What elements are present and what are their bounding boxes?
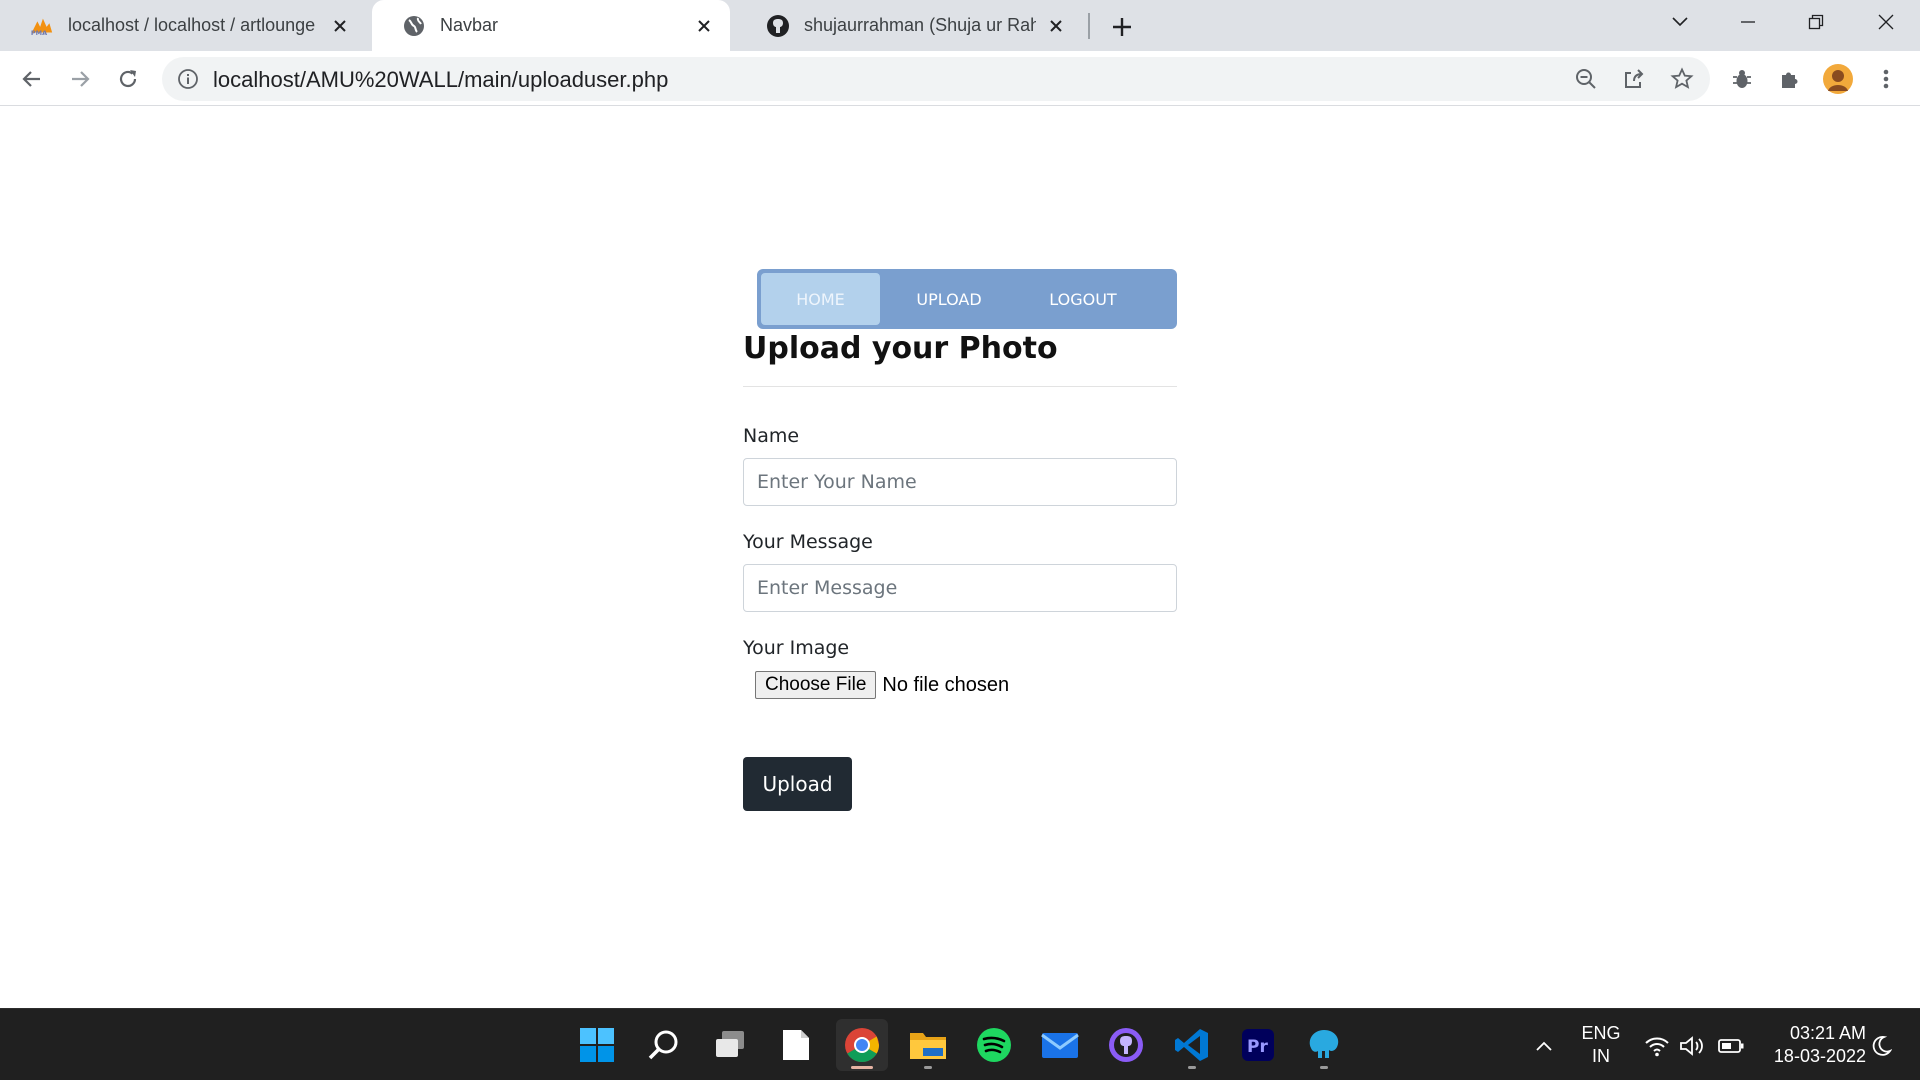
- phpmyadmin-icon: PMA: [30, 14, 54, 38]
- close-window-icon[interactable]: [1856, 0, 1916, 44]
- close-tab-icon[interactable]: [692, 14, 716, 38]
- task-view-icon[interactable]: [704, 1019, 756, 1071]
- search-icon[interactable]: [638, 1019, 690, 1071]
- tab-title: Navbar: [440, 15, 499, 35]
- site-info-icon[interactable]: [172, 63, 204, 95]
- share-icon[interactable]: [1618, 63, 1650, 95]
- browser-toolbar: localhost/AMU%20WALL/main/uploaduser.php: [0, 51, 1920, 106]
- new-tab-icon[interactable]: [1108, 13, 1136, 41]
- zoom-out-icon[interactable]: [1570, 63, 1602, 95]
- url-text: localhost/AMU%20WALL/main/uploaduser.php: [213, 67, 669, 92]
- back-icon[interactable]: [14, 61, 50, 97]
- close-tab-icon[interactable]: [1044, 14, 1068, 38]
- windows-start-icon[interactable]: [571, 1019, 623, 1071]
- svg-text:PMA: PMA: [31, 29, 47, 37]
- focus-moon-icon[interactable]: [1868, 1033, 1894, 1059]
- tab-github[interactable]: shujaurrahman (Shuja ur Rahman): [736, 0, 1082, 51]
- browser-tabstrip: PMA localhost / localhost / artlounge / …: [0, 0, 1920, 51]
- mail-icon[interactable]: [1034, 1019, 1086, 1071]
- vscode-icon[interactable]: [1166, 1019, 1218, 1071]
- running-app-indicator: [1188, 1066, 1196, 1069]
- battery-icon[interactable]: [1718, 1033, 1744, 1059]
- language-secondary[interactable]: IN: [1578, 1046, 1624, 1067]
- name-input[interactable]: [743, 458, 1177, 506]
- tab-search-chevron-icon[interactable]: [1650, 0, 1710, 44]
- tab-separator: [1088, 13, 1090, 39]
- language-primary[interactable]: ENG: [1578, 1023, 1624, 1044]
- tab-title: localhost / localhost / artlounge / ...: [68, 15, 320, 35]
- message-input[interactable]: [743, 564, 1177, 612]
- message-label: Your Message: [743, 531, 873, 553]
- tab-title: shujaurrahman (Shuja ur Rahman): [804, 15, 1036, 35]
- browser-menu-icon[interactable]: [1868, 61, 1904, 97]
- volume-icon[interactable]: [1679, 1033, 1705, 1059]
- taskbar: Pr ENG IN 03:21 AM 18-03-2022: [0, 1008, 1920, 1080]
- show-hidden-icons-chevron-icon[interactable]: [1531, 1033, 1557, 1059]
- globe-icon: [402, 14, 426, 38]
- chrome-icon[interactable]: [836, 1019, 888, 1071]
- github-desktop-icon[interactable]: [1100, 1019, 1152, 1071]
- extensions-puzzle-icon[interactable]: [1772, 61, 1808, 97]
- node-app-icon[interactable]: [1298, 1019, 1350, 1071]
- reload-icon[interactable]: [110, 61, 146, 97]
- nav-upload[interactable]: UPLOAD: [887, 273, 1011, 325]
- close-tab-icon[interactable]: [328, 14, 352, 38]
- active-app-indicator: [851, 1066, 873, 1069]
- clock-date[interactable]: 18-03-2022: [1754, 1046, 1866, 1067]
- file-status: No file chosen: [882, 673, 1010, 696]
- forward-icon[interactable]: [62, 61, 98, 97]
- heading-divider: [743, 386, 1177, 387]
- nav-home[interactable]: HOME: [761, 273, 880, 325]
- bookmark-star-icon[interactable]: [1666, 63, 1698, 95]
- choose-file-button[interactable]: Choose File: [755, 671, 877, 699]
- bug-extension-icon[interactable]: [1724, 61, 1760, 97]
- spotify-icon[interactable]: [968, 1019, 1020, 1071]
- image-label: Your Image: [743, 637, 850, 659]
- upload-button[interactable]: Upload: [743, 757, 852, 811]
- tab-phpmyadmin[interactable]: PMA localhost / localhost / artlounge / …: [0, 0, 366, 51]
- navbar: HOME UPLOAD LOGOUT: [757, 269, 1177, 329]
- running-app-indicator: [1320, 1066, 1328, 1069]
- profile-avatar[interactable]: [1820, 61, 1856, 97]
- premiere-pro-icon[interactable]: Pr: [1232, 1019, 1284, 1071]
- github-icon: [766, 14, 790, 38]
- restore-icon[interactable]: [1786, 0, 1846, 44]
- nav-logout[interactable]: LOGOUT: [1021, 273, 1145, 325]
- file-picker: Choose File No file chosen: [755, 671, 1009, 699]
- address-bar[interactable]: localhost/AMU%20WALL/main/uploaduser.php: [162, 57, 1710, 101]
- page-content: HOME UPLOAD LOGOUT Upload your Photo Nam…: [0, 107, 1920, 1008]
- file-explorer-icon[interactable]: [902, 1019, 954, 1071]
- clock-time[interactable]: 03:21 AM: [1754, 1023, 1866, 1044]
- page-title: Upload your Photo: [743, 331, 1058, 366]
- minimize-icon[interactable]: [1718, 0, 1778, 44]
- name-label: Name: [743, 425, 800, 447]
- running-app-indicator: [924, 1066, 932, 1069]
- wifi-icon[interactable]: [1644, 1033, 1670, 1059]
- tab-navbar[interactable]: Navbar: [372, 0, 730, 51]
- svg-text:Pr: Pr: [1247, 1037, 1268, 1057]
- notepad-icon[interactable]: [770, 1019, 822, 1071]
